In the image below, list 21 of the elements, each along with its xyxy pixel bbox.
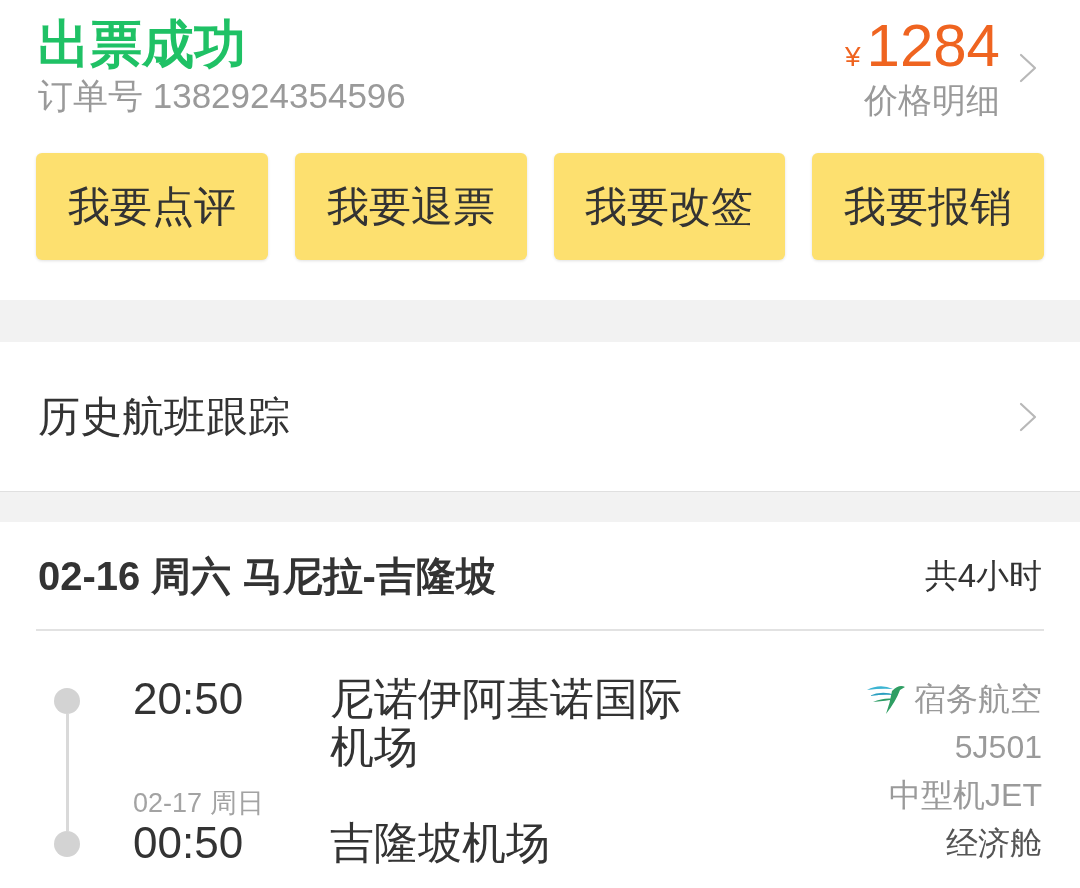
aircraft-type: 中型机JET xyxy=(889,776,1042,815)
ticket-status: 出票成功 xyxy=(38,14,246,74)
order-number: 订单号 1382924354596 xyxy=(38,75,406,117)
trip-title: 02-16 周六 马尼拉-吉隆坡 xyxy=(38,552,496,600)
action-button[interactable]: 我要改签 xyxy=(553,153,786,260)
price-amount: 1284 xyxy=(866,14,1000,78)
chevron-right-icon xyxy=(1018,53,1038,83)
arrival-date: 02-17 周日 xyxy=(133,787,264,819)
cabin-class: 经济舱 xyxy=(946,824,1042,863)
chevron-right-icon xyxy=(1018,401,1038,432)
arrival-airport: 吉隆坡机场 xyxy=(330,819,550,867)
action-button[interactable]: 我要报销 xyxy=(812,153,1044,260)
departure-airport: 尼诺伊阿基诺国际机场 xyxy=(330,675,683,771)
departure-time: 20:50 xyxy=(133,675,244,723)
currency-symbol: ¥ xyxy=(844,40,861,74)
action-button[interactable]: 我要退票 xyxy=(294,153,527,260)
trip-duration: 共4小时 xyxy=(924,555,1042,596)
action-button[interactable]: 我要点评 xyxy=(36,153,268,260)
arrival-time: 00:50 xyxy=(133,819,244,867)
airline-name: 宿务航空 xyxy=(914,680,1042,719)
flight-number: 5J501 xyxy=(954,728,1042,767)
